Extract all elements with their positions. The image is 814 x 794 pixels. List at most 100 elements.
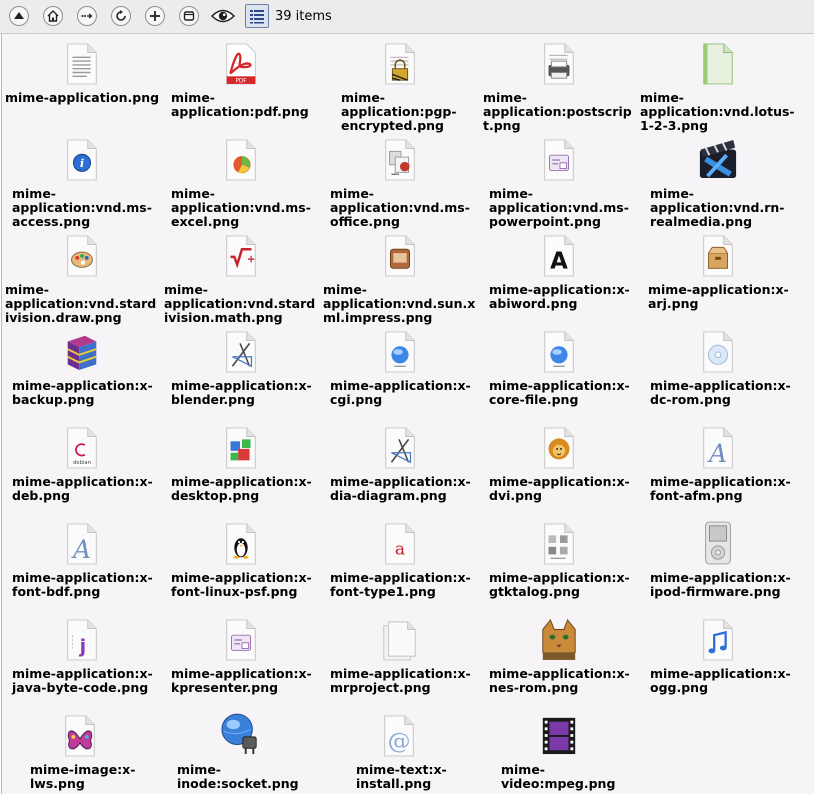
file-grid: mime-application.png PDF mime- application… [1, 34, 814, 794]
go-button[interactable] [77, 6, 97, 26]
at-sign-document-icon: @ [384, 715, 414, 757]
film-strip-icon [542, 717, 576, 755]
clapperboard-icon [699, 139, 737, 179]
file-label: mime-image:x- lws.png [30, 762, 136, 791]
file-label: mime-application:x- abiword.png [489, 282, 630, 311]
disc-document-icon [703, 331, 733, 373]
drafting-tools-icon [385, 427, 415, 469]
dots-arrow-icon [81, 13, 93, 19]
plus-icon [150, 11, 160, 21]
presentation-document-icon [226, 619, 256, 661]
file-label: mime- application:vnd.sun.x ml.impress.p… [323, 282, 476, 325]
stacked-documents-icon [383, 621, 416, 661]
impress-document-icon [385, 235, 415, 277]
music-note-icon [703, 619, 733, 661]
file-label: mime-application:x- backup.png [12, 378, 153, 407]
file-label: mime-application:x- java-byte-code.png [12, 666, 153, 695]
font-letter-a-icon: A [67, 523, 97, 565]
font-letter-a-icon: A [703, 427, 733, 469]
file-label: mime-text:x- install.png [356, 762, 447, 791]
file-label: mime- application:vnd.stard ivision.math… [164, 282, 316, 325]
file-label: mime-application:x- ogg.png [650, 666, 791, 695]
svg-text:A: A [707, 439, 727, 468]
butterfly-image-icon [65, 715, 95, 757]
desktop-shapes-icon [226, 427, 256, 469]
globe-plug-icon [221, 713, 257, 755]
archive-box-icon [703, 235, 733, 277]
window-button[interactable] [179, 6, 199, 26]
spreadsheet-chart-icon [226, 139, 256, 181]
lion-document-icon [544, 427, 574, 469]
file-label: mime- application:pgp- encrypted.png [341, 90, 457, 133]
green-document-icon [703, 43, 733, 85]
blue-orb-document-icon [544, 331, 574, 373]
file-label: mime- application:vnd.ms- office.png [330, 186, 470, 229]
file-label: mime- application:vnd.ms- powerpoint.png [489, 186, 629, 229]
file-label: mime-application:x- font-linux-psf.png [171, 570, 312, 599]
presentation-document-icon [544, 139, 574, 181]
new-folder-button[interactable] [145, 6, 165, 26]
file-label: mime-application:x- ipod-firmware.png [650, 570, 791, 599]
file-label: mime-application:x- font-bdf.png [12, 570, 153, 599]
abiword-letter-a-icon: A [544, 235, 574, 277]
file-label: mime-application:x- deb.png [12, 474, 153, 503]
svg-text:i: i [80, 156, 84, 170]
refresh-button[interactable] [111, 6, 131, 26]
file-label: mime-application:x- font-afm.png [650, 474, 791, 503]
text-document-icon [67, 43, 97, 85]
drafting-tools-icon [226, 331, 256, 373]
item-count: 39 items [275, 9, 332, 24]
file-label: mime-application:x- desktop.png [171, 474, 312, 503]
svg-text:PDF: PDF [235, 79, 246, 85]
math-formula-icon: + [226, 235, 256, 277]
eye-icon [211, 9, 235, 23]
up-button[interactable] [9, 6, 29, 26]
java-letter-j-icon: j [67, 619, 97, 661]
file-label: mime-application:x- dia-diagram.png [330, 474, 471, 503]
show-hidden-button[interactable] [211, 5, 235, 27]
list-icon [250, 10, 264, 24]
svg-text:j: j [79, 635, 87, 657]
file-label: mime- inode:socket.png [177, 762, 299, 791]
blue-orb-document-icon [385, 331, 415, 373]
file-label: mime-application:x- core-file.png [489, 378, 630, 407]
file-label: mime- application:vnd.rn- realmedia.png [650, 186, 785, 229]
file-label: mime-application:x- dc-rom.png [650, 378, 791, 407]
file-label: mime- application:vnd.stard ivision.draw… [5, 282, 157, 325]
file-label: mime-application:x- mrproject.png [330, 666, 471, 695]
palette-document-icon [67, 235, 97, 277]
file-label: mime- video:mpeg.png [501, 762, 616, 791]
file-label: mime- application:vnd.lotus- 1-2-3.png [640, 90, 795, 133]
svg-text:debian: debian [73, 460, 91, 466]
file-label: mime- application:postscrip t.png [483, 90, 632, 133]
office-documents-icon [385, 139, 415, 181]
home-button[interactable] [43, 6, 63, 26]
printer-document-icon [544, 43, 574, 85]
file-label: mime-application:x- arj.png [648, 282, 789, 311]
file-label: mime-application:x- dvi.png [489, 474, 630, 503]
file-label: mime- application:vnd.ms- excel.png [171, 186, 311, 229]
encrypted-document-icon [385, 43, 415, 85]
file-label: mime-application:x- blender.png [171, 378, 312, 407]
svg-text:A: A [71, 535, 91, 564]
svg-text:+: + [247, 254, 256, 266]
pdf-icon: PDF [226, 43, 256, 85]
access-database-icon: i [67, 139, 97, 181]
refresh-icon [116, 10, 126, 21]
rar-books-icon [67, 335, 97, 371]
home-icon [47, 10, 59, 22]
svg-text:a: a [395, 539, 405, 559]
file-label: mime- application:pdf.png [171, 90, 309, 119]
view-mode-button[interactable] [245, 4, 269, 28]
window-icon [183, 11, 195, 21]
cat-picture-icon [542, 619, 576, 660]
file-label: mime-application:x- cgi.png [330, 378, 471, 407]
debian-package-icon: debian [67, 427, 97, 469]
file-label: mime-application:x- gtktalog.png [489, 570, 630, 599]
file-label: mime-application:x- font-type1.png [330, 570, 471, 599]
tux-penguin-icon [226, 523, 256, 565]
up-arrow-icon [14, 12, 24, 19]
file-label: mime-application:x- nes-rom.png [489, 666, 630, 695]
toolbar: 39 items [0, 0, 814, 34]
ipod-icon [705, 521, 731, 565]
